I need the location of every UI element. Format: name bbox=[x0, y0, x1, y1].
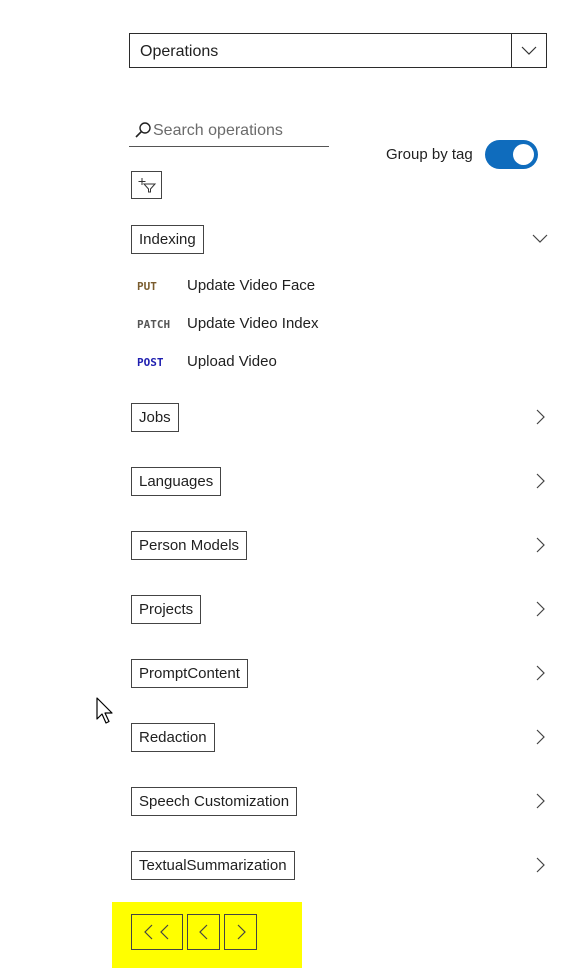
chevron-right-icon[interactable] bbox=[530, 535, 550, 555]
chevron-right-icon[interactable] bbox=[530, 407, 550, 427]
search-input[interactable] bbox=[153, 119, 325, 143]
double-chevron-left-icon bbox=[144, 924, 169, 940]
pager-highlight bbox=[112, 902, 302, 968]
next-page-button[interactable] bbox=[224, 914, 257, 950]
api-operations-panel: Operations Group by tag Indexing PUT Upd… bbox=[0, 0, 567, 969]
tag-redaction[interactable]: Redaction bbox=[131, 723, 215, 752]
method-badge-post: POST bbox=[137, 356, 164, 369]
tag-languages[interactable]: Languages bbox=[131, 467, 222, 496]
tag-speech-customization[interactable]: Speech Customization bbox=[131, 787, 298, 816]
tag-promptcontent[interactable]: PromptContent bbox=[131, 659, 248, 688]
chevron-left-icon bbox=[198, 924, 207, 940]
previous-page-button[interactable] bbox=[187, 914, 220, 950]
search-icon bbox=[135, 122, 151, 138]
method-badge-put: PUT bbox=[137, 280, 157, 293]
operations-dropdown[interactable]: Operations bbox=[129, 33, 547, 68]
tag-indexing[interactable]: Indexing bbox=[131, 225, 204, 254]
chevron-right-icon[interactable] bbox=[530, 727, 550, 747]
tag-person-models[interactable]: Person Models bbox=[131, 531, 248, 560]
operation-name: Update Video Face bbox=[187, 277, 316, 294]
chevron-right-icon[interactable] bbox=[530, 855, 550, 875]
mouse-cursor-icon bbox=[96, 697, 113, 724]
tag-jobs[interactable]: Jobs bbox=[131, 403, 179, 432]
chevron-right-icon[interactable] bbox=[530, 663, 550, 683]
chevron-right-icon bbox=[237, 924, 246, 940]
add-filter-icon bbox=[138, 178, 156, 193]
first-page-button[interactable] bbox=[131, 914, 183, 950]
search-box[interactable] bbox=[129, 117, 329, 147]
operations-dropdown-value: Operations bbox=[140, 43, 219, 60]
chevron-right-icon[interactable] bbox=[530, 471, 550, 491]
chevron-right-icon[interactable] bbox=[530, 791, 550, 811]
operation-name: Update Video Index bbox=[187, 315, 319, 332]
tag-projects[interactable]: Projects bbox=[131, 595, 202, 624]
method-badge-patch: PATCH bbox=[137, 318, 171, 331]
tag-textualsummarization[interactable]: TextualSummarization bbox=[131, 851, 295, 880]
add-filter-button[interactable] bbox=[131, 171, 162, 199]
chevron-right-icon[interactable] bbox=[530, 599, 550, 619]
group-by-tag-toggle[interactable] bbox=[485, 140, 538, 169]
chevron-down-icon[interactable] bbox=[530, 229, 550, 249]
operation-name: Upload Video bbox=[187, 353, 277, 370]
group-by-tag-label: Group by tag bbox=[386, 146, 473, 163]
toggle-knob bbox=[513, 144, 534, 165]
dropdown-toggle-button[interactable] bbox=[511, 34, 546, 67]
chevron-down-icon bbox=[521, 46, 537, 55]
